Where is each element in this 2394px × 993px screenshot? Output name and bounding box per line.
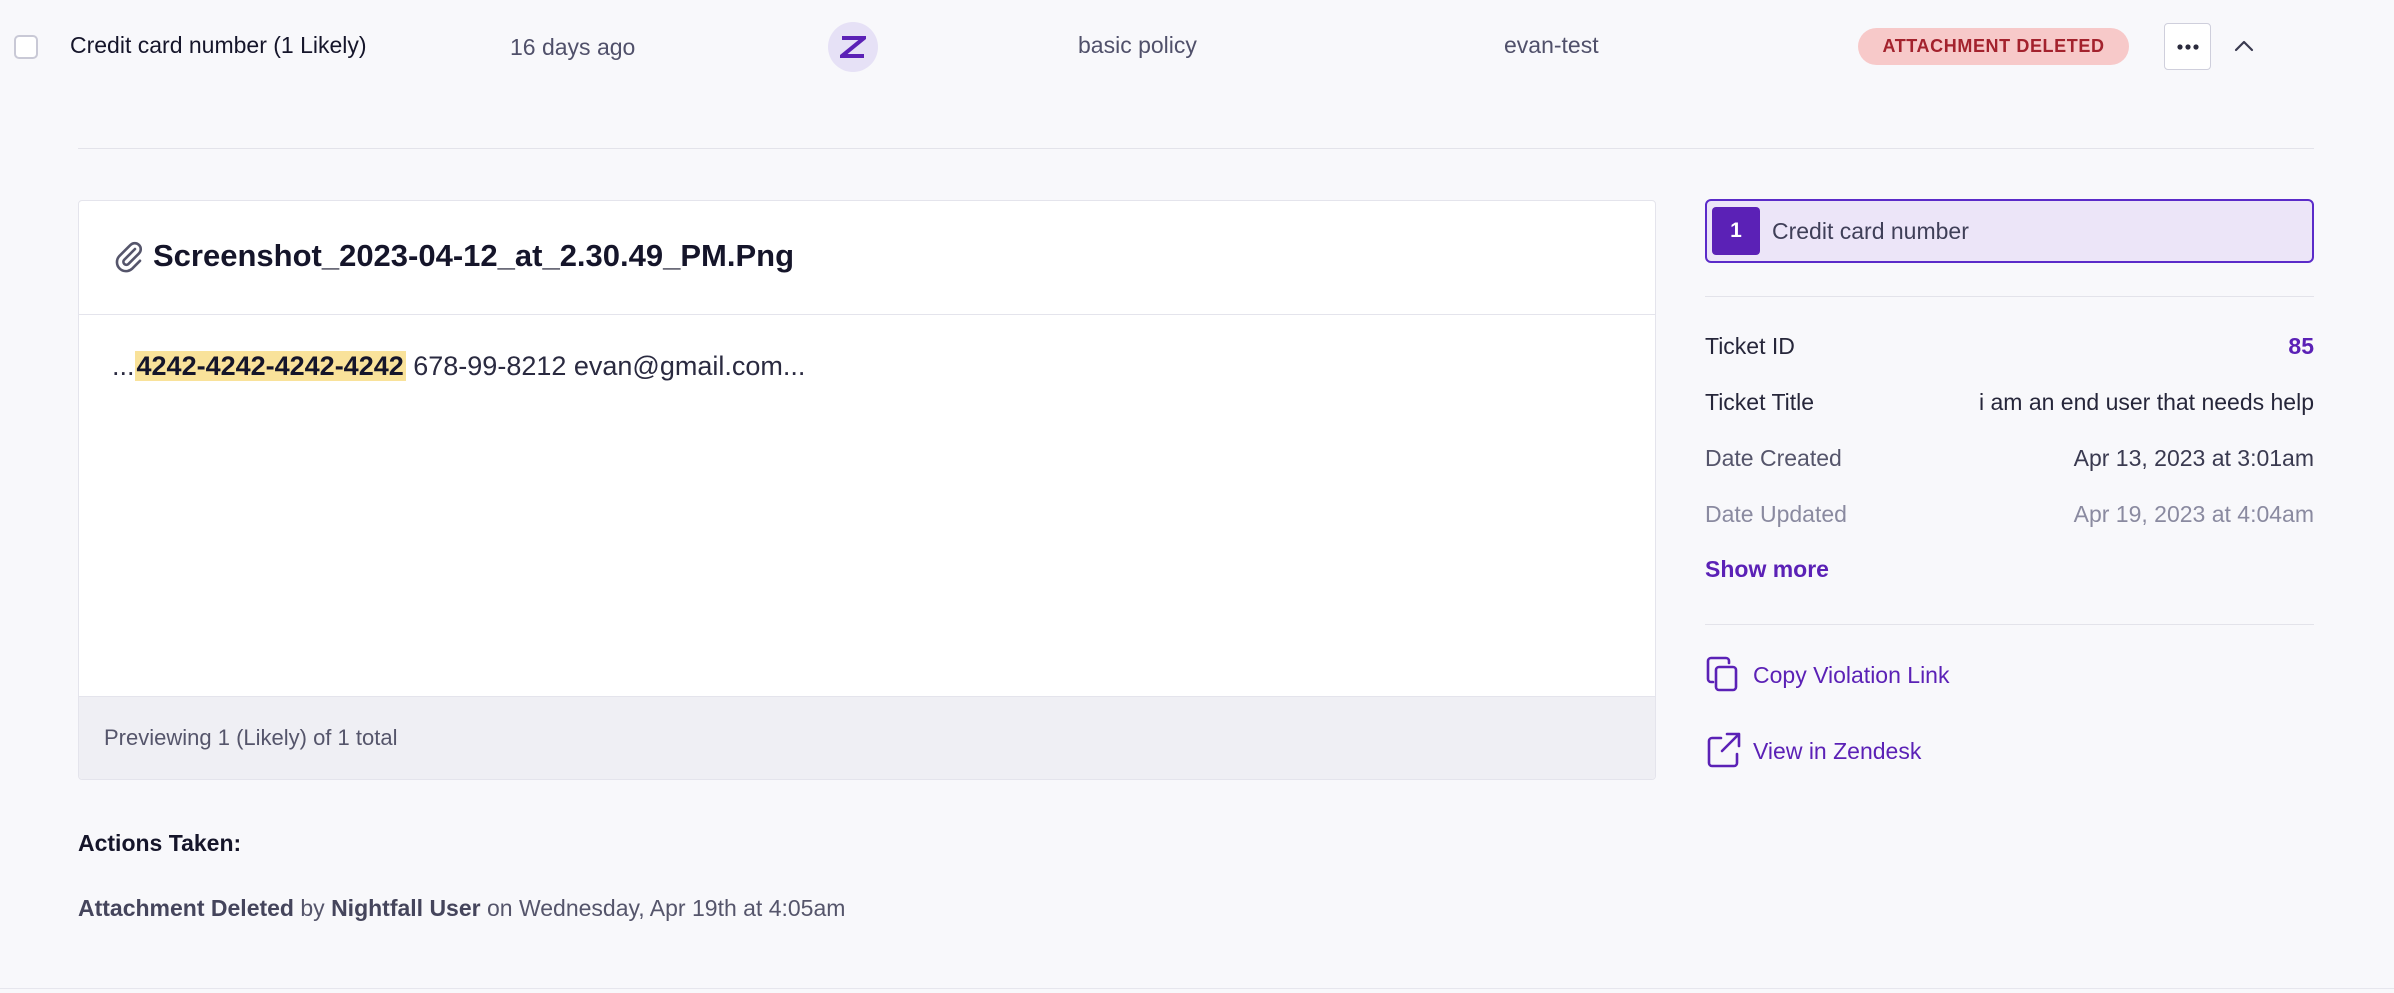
detector-name: Credit card number (1 Likely)	[70, 32, 367, 58]
copy-violation-link[interactable]: Copy Violation Link	[1705, 654, 1975, 694]
copy-violation-link-label: Copy Violation Link	[1753, 662, 1950, 688]
preview-card-footer: Previewing 1 (Likely) of 1 total	[79, 696, 1655, 779]
paperclip-icon	[115, 241, 142, 273]
snippet-suffix: 678-99-8212 evan@gmail.com...	[405, 351, 806, 381]
snippet-match-highlight: 4242-4242-4242-4242	[134, 351, 406, 381]
policy-name: basic policy	[1078, 32, 1197, 58]
detector-pill[interactable]: 1 Credit card number	[1705, 199, 2314, 263]
user-name: evan-test	[1504, 32, 1599, 58]
action-by: by	[293, 895, 332, 921]
file-name: Screenshot_2023-04-12_at_2.30.49_PM.Png	[153, 238, 795, 273]
ticket-id-value: 85	[2288, 333, 2314, 359]
actions-taken-label: Actions Taken:	[78, 830, 242, 856]
ticket-id-label: Ticket ID	[1705, 333, 1795, 359]
bottom-divider	[0, 988, 2394, 989]
show-more-link[interactable]: Show more	[1705, 556, 1829, 583]
detector-pill-label: Credit card number	[1772, 218, 1969, 244]
date-updated-value: Apr 19, 2023 at 4:04am	[2073, 501, 2314, 527]
snippet-prefix: ...	[112, 351, 135, 381]
detector-count: 1	[1712, 207, 1760, 255]
action-name: Attachment Deleted	[78, 895, 294, 921]
row-checkbox[interactable]	[14, 35, 38, 59]
more-options-button[interactable]	[2164, 23, 2211, 70]
ticket-title-label: Ticket Title	[1705, 389, 1815, 415]
ticket-title-value: i am an end user that needs help	[1978, 389, 2314, 415]
date-updated-label: Date Updated	[1705, 501, 1847, 527]
preview-count: Previewing 1 (Likely) of 1 total	[104, 725, 398, 750]
date-created-value: Apr 13, 2023 at 3:01am	[2073, 445, 2314, 471]
action-time: on Wednesday, Apr 19th at 4:05am	[480, 895, 846, 921]
links-divider	[1705, 624, 2314, 625]
ellipsis-icon	[2176, 43, 2199, 50]
date-created-label: Date Created	[1705, 445, 1842, 471]
view-in-zendesk-label: View in Zendesk	[1753, 738, 1922, 764]
finding-snippet: ...4242-4242-4242-4242 678-99-8212 evan@…	[112, 351, 805, 382]
details-divider	[1705, 296, 2314, 297]
external-link-icon	[1707, 732, 1741, 768]
action-actor: Nightfall User	[331, 895, 481, 921]
section-divider	[78, 148, 2314, 149]
violation-row[interactable]: Credit card number (1 Likely) 16 days ag…	[0, 0, 2394, 95]
preview-card-header: Screenshot_2023-04-12_at_2.30.49_PM.Png	[79, 201, 1655, 315]
view-in-zendesk-link[interactable]: View in Zendesk	[1705, 730, 1955, 770]
zendesk-icon	[828, 22, 878, 72]
status-badge: ATTACHMENT DELETED	[1858, 28, 2129, 65]
actions-taken-entry: Attachment Deleted by Nightfall User on …	[78, 895, 845, 922]
chevron-up-icon	[2234, 40, 2254, 52]
violation-detail-page: Credit card number (1 Likely) 16 days ag…	[0, 0, 2394, 993]
copy-icon	[1706, 656, 1738, 692]
time-ago: 16 days ago	[510, 34, 636, 60]
collapse-button[interactable]	[2226, 28, 2262, 64]
preview-card: Screenshot_2023-04-12_at_2.30.49_PM.Png …	[78, 200, 1656, 780]
